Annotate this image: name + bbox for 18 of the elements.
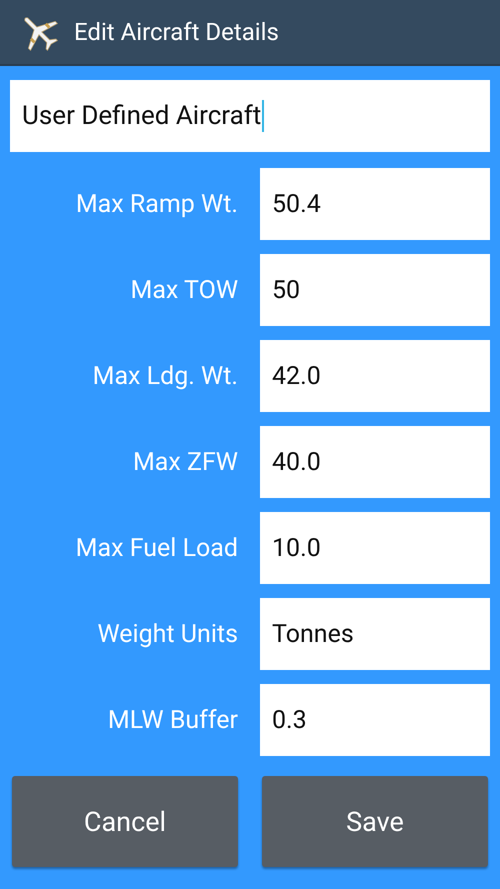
- aircraft-name-field[interactable]: User Defined Aircraft: [10, 80, 490, 152]
- field-label: Max Ldg. Wt.: [92, 362, 239, 390]
- cancel-button[interactable]: Cancel: [12, 776, 238, 867]
- field-label: Max Ramp Wt.: [74, 190, 239, 218]
- field-label: Max ZFW: [132, 448, 239, 476]
- field-label: Max Fuel Load: [74, 534, 239, 562]
- field-label: Max TOW: [130, 276, 239, 304]
- input-field[interactable]: 0.3: [260, 684, 490, 756]
- field-label: Weight Units: [96, 620, 239, 648]
- input-field[interactable]: 10.0: [260, 512, 490, 584]
- input-field[interactable]: 42.0: [260, 340, 490, 412]
- screen-title: Edit Aircraft Details: [74, 18, 279, 46]
- input-field[interactable]: 50: [260, 254, 490, 326]
- input-field[interactable]: 40.0: [260, 426, 490, 498]
- field-label: MLW Buffer: [106, 706, 239, 734]
- input-field[interactable]: 50.4: [260, 168, 490, 240]
- save-button[interactable]: Save: [262, 776, 488, 867]
- input-field[interactable]: Tonnes: [260, 598, 490, 670]
